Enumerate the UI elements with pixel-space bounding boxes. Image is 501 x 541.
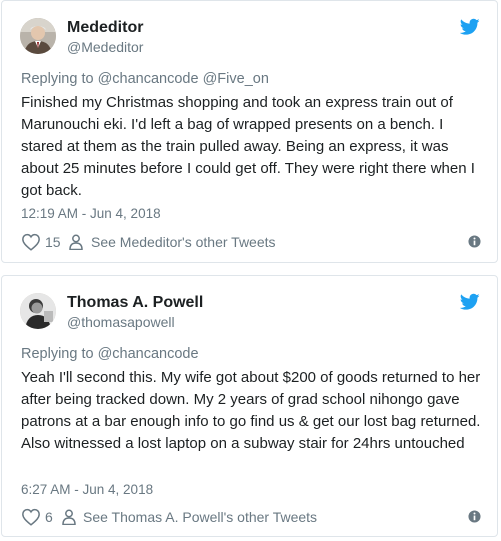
tweet-header: Mededitor @Mededitor — [20, 18, 480, 58]
author-handle[interactable]: @thomasapowell — [67, 314, 175, 330]
heart-icon[interactable] — [21, 508, 41, 526]
tweet-actions: 6 See Thomas A. Powell's other Tweets — [21, 507, 481, 529]
twitter-bird-icon[interactable] — [460, 293, 480, 311]
twitter-bird-icon[interactable] — [460, 18, 480, 36]
see-other-tweets-link[interactable]: See Thomas A. Powell's other Tweets — [83, 509, 317, 525]
heart-icon[interactable] — [21, 233, 41, 251]
replying-to-label: Replying to — [21, 346, 94, 362]
avatar[interactable] — [20, 293, 56, 329]
replying-to-mentions[interactable]: @chancancode — [98, 346, 199, 362]
tweet-card: Mededitor @Mededitor Replying to @chanca… — [1, 0, 498, 263]
tweet-actions: 15 See Mededitor's other Tweets — [21, 232, 481, 254]
replying-to: Replying to @chancancode — [21, 346, 199, 362]
author-handle[interactable]: @Mededitor — [67, 39, 143, 55]
like-count: 6 — [45, 509, 53, 525]
tweet-timestamp[interactable]: 6:27 AM - Jun 4, 2018 — [21, 482, 153, 497]
see-other-tweets-link[interactable]: See Mededitor's other Tweets — [91, 234, 276, 250]
replying-to-mentions[interactable]: @chancancode @Five_on — [98, 71, 269, 87]
tweet-text: Finished my Christmas shopping and took … — [21, 94, 475, 199]
author-name[interactable]: Mededitor — [67, 19, 143, 37]
person-icon — [62, 509, 76, 525]
author-name[interactable]: Thomas A. Powell — [67, 294, 203, 312]
tweet-timestamp[interactable]: 12:19 AM - Jun 4, 2018 — [21, 206, 161, 221]
info-icon[interactable] — [468, 510, 481, 523]
tweet-card: Thomas A. Powell @thomasapowell Replying… — [1, 275, 498, 537]
like-count: 15 — [45, 234, 61, 250]
info-icon[interactable] — [468, 235, 481, 248]
replying-to-label: Replying to — [21, 71, 94, 87]
tweet-text: Yeah I'll second this. My wife got about… — [21, 369, 481, 452]
replying-to: Replying to @chancancode @Five_on — [21, 71, 269, 87]
avatar[interactable] — [20, 18, 56, 54]
tweet-header: Thomas A. Powell @thomasapowell — [20, 293, 480, 333]
person-icon — [69, 234, 83, 250]
